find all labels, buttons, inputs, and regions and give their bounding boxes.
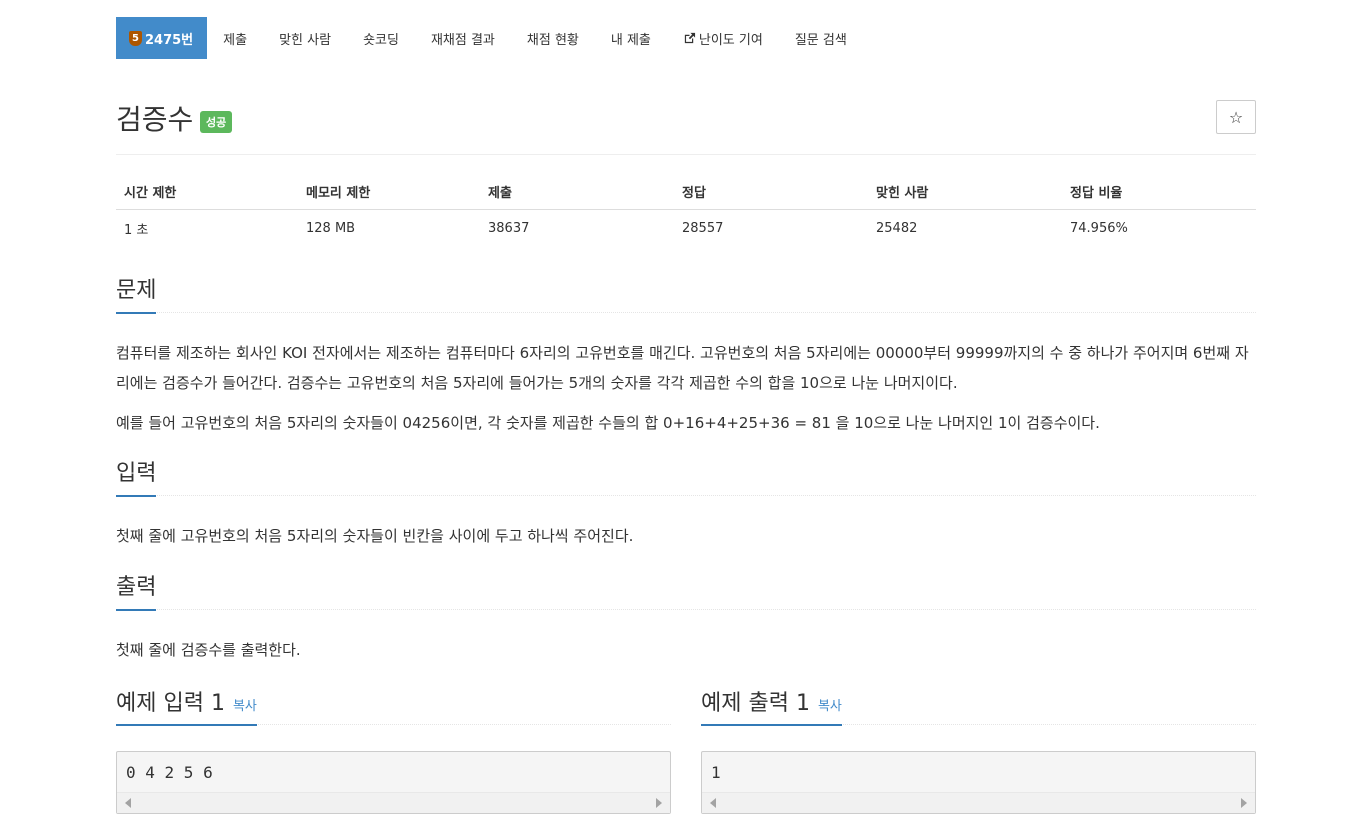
sample-output-heading: 예제 출력 1 복사 [701, 686, 842, 726]
time-limit-value: 1 초 [124, 223, 149, 238]
sample-input-header: 예제 입력 1 복사 [116, 686, 671, 726]
header-memory-limit: 메모리 제한 [298, 174, 480, 210]
nav-submit[interactable]: 제출 [207, 17, 263, 59]
sample-input-heading: 예제 입력 1 복사 [116, 686, 257, 726]
nav-difficulty-contribution[interactable]: 난이도 기여 [667, 17, 779, 59]
output-heading: 출력 [116, 573, 157, 611]
nav-question-search[interactable]: 질문 검색 [779, 17, 863, 59]
status-badge: 성공 [200, 111, 233, 133]
copy-sample-input-button[interactable]: 복사 [233, 699, 257, 714]
header-solved-users: 맞힌 사람 [868, 174, 1062, 210]
input-section-header: 입력 [116, 459, 1256, 497]
star-button[interactable]: ☆ [1216, 100, 1256, 134]
sample-output-header: 예제 출력 1 복사 [701, 686, 1256, 726]
nav-solved-users[interactable]: 맞힌 사람 [263, 17, 347, 59]
sample-output-content: 1 [711, 763, 721, 782]
sample-input-title: 예제 입력 1 [116, 691, 225, 716]
problem-section-header: 문제 [116, 276, 1256, 314]
nav-problem-number[interactable]: 5 2475번 [116, 17, 208, 59]
copy-sample-output-button[interactable]: 복사 [818, 699, 842, 714]
output-section-header: 출력 [116, 573, 1256, 611]
scroll-left-icon[interactable] [710, 798, 716, 808]
nav-short-coding[interactable]: 숏코딩 [347, 17, 415, 59]
input-text: 첫째 줄에 고유번호의 처음 5자리의 숫자들이 빈칸을 사이에 두고 하나씩 … [116, 527, 634, 545]
header-accepted: 정답 [674, 174, 868, 210]
accepted-value: 28557 [682, 221, 724, 236]
scroll-right-icon[interactable] [656, 798, 662, 808]
header-submissions: 제출 [480, 174, 674, 210]
problem-nav: 5 2475번 제출 맞힌 사람 숏코딩 재채점 결과 채점 현황 내 제출 난… [116, 17, 863, 59]
problem-info-table: 시간 제한 메모리 제한 제출 정답 맞힌 사람 정답 비율 1 초 128 M… [116, 174, 1256, 247]
memory-limit-value: 128 MB [306, 221, 356, 236]
table-row: 1 초 128 MB 38637 28557 25482 74.956% [116, 210, 1256, 248]
problem-description: 컴퓨터를 제조하는 회사인 KOI 전자에서는 제조하는 컴퓨터마다 6자리의 … [116, 338, 1256, 448]
header-time-limit: 시간 제한 [116, 174, 298, 210]
input-heading: 입력 [116, 459, 157, 497]
problem-number: 2475번 [145, 32, 194, 48]
external-link-icon [684, 32, 695, 43]
nav-my-submissions[interactable]: 내 제출 [595, 17, 667, 59]
header-accept-ratio: 정답 비율 [1062, 174, 1256, 210]
table-header-row: 시간 제한 메모리 제한 제출 정답 맞힌 사람 정답 비율 [116, 174, 1256, 210]
tier-bronze-icon: 5 [129, 30, 142, 46]
submissions-value: 38637 [488, 221, 530, 236]
sample-output-box[interactable]: 1 [701, 751, 1256, 814]
nav-judge-status[interactable]: 채점 현황 [511, 17, 595, 59]
output-description: 첫째 줄에 검증수를 출력한다. [116, 635, 1256, 675]
problem-heading: 문제 [116, 276, 157, 314]
problem-paragraph: 예를 들어 고유번호의 처음 5자리의 숫자들이 04256이면, 각 숫자를 … [116, 414, 1100, 432]
solved-users-value: 25482 [876, 221, 918, 236]
input-description: 첫째 줄에 고유번호의 처음 5자리의 숫자들이 빈칸을 사이에 두고 하나씩 … [116, 521, 1256, 561]
problem-paragraph: 컴퓨터를 제조하는 회사인 KOI 전자에서는 제조하는 컴퓨터마다 6자리의 … [116, 344, 1249, 392]
page-title: 검증수 [116, 103, 194, 136]
sample-input-panel: 예제 입력 1 복사 0 4 2 5 6 [116, 686, 671, 814]
title-row: 검증수 성공 ☆ [116, 96, 1256, 155]
sample-input-box[interactable]: 0 4 2 5 6 [116, 751, 671, 814]
horizontal-scrollbar[interactable] [117, 792, 670, 813]
nav-rejudge-results[interactable]: 재채점 결과 [415, 17, 511, 59]
horizontal-scrollbar[interactable] [702, 792, 1255, 813]
sample-output-panel: 예제 출력 1 복사 1 [701, 686, 1256, 814]
output-text: 첫째 줄에 검증수를 출력한다. [116, 641, 301, 659]
scroll-left-icon[interactable] [125, 798, 131, 808]
scroll-right-icon[interactable] [1241, 798, 1247, 808]
sample-input-content: 0 4 2 5 6 [126, 763, 213, 782]
star-icon: ☆ [1228, 107, 1244, 127]
accept-ratio-value: 74.956% [1070, 221, 1128, 236]
sample-output-title: 예제 출력 1 [701, 691, 810, 716]
nav-difficulty-label: 난이도 기여 [698, 32, 763, 48]
